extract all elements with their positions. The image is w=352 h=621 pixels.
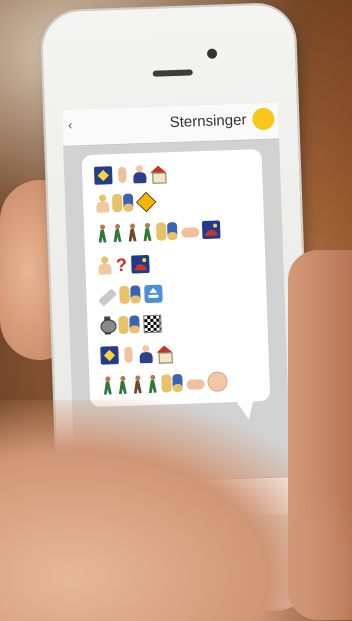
- family-icon: [156, 222, 179, 241]
- emoji-row-7: [100, 342, 174, 367]
- family-icon: [118, 315, 141, 334]
- pointing-up-finger-icon: [117, 166, 127, 183]
- question-mark-icon: ?: [115, 254, 128, 276]
- photo-scene: ‹ Sternsinger ?: [0, 0, 352, 621]
- family-icon: [119, 285, 142, 304]
- walker-icon: [131, 375, 144, 393]
- emoji-row-6: [99, 313, 162, 337]
- three-kings-icon: [138, 345, 153, 363]
- blond-person-icon: [95, 194, 110, 212]
- chevron-left-icon[interactable]: ‹: [67, 119, 73, 134]
- emoji-row-3: [96, 218, 221, 244]
- emoji-row-2: [95, 191, 157, 215]
- emoji-row-8: [101, 370, 228, 396]
- emoji-row-5: [98, 283, 163, 307]
- walker-icon: [126, 223, 139, 241]
- blond-person-icon: [97, 256, 112, 274]
- emoji-row-4: ?: [97, 253, 150, 277]
- school-crossing-icon: [136, 191, 157, 213]
- elevator-icon: [144, 284, 163, 304]
- pointing-hand-icon: [186, 379, 205, 390]
- three-kings-icon: [132, 165, 147, 183]
- emoji-row-1: [93, 162, 168, 187]
- star-sky-icon: [100, 346, 119, 365]
- flashlight-icon: [98, 288, 117, 307]
- walker-icon: [141, 223, 154, 241]
- sunset-icon: [201, 220, 221, 240]
- family-icon: [161, 374, 184, 393]
- palm: [0, 400, 352, 621]
- app-header: ‹ Sternsinger: [61, 102, 280, 147]
- side-watermark-text: [340, 40, 350, 615]
- star-sky-icon: [93, 166, 113, 185]
- walker-icon: [96, 224, 109, 242]
- checkered-flag-icon: [143, 314, 162, 334]
- walker-icon: [116, 376, 129, 394]
- emoji-message-bubble: ?: [81, 148, 271, 408]
- walker-icon: [146, 375, 159, 393]
- family-icon: [112, 193, 135, 212]
- watch-icon: [99, 316, 116, 335]
- app-title: Sternsinger: [169, 111, 247, 132]
- house-icon: [149, 165, 168, 182]
- pointing-hand-icon: [181, 227, 200, 238]
- sternsinger-logo-icon: [252, 107, 275, 131]
- walker-icon: [111, 224, 124, 242]
- speaker-grille: [152, 69, 193, 77]
- pointing-up-finger-icon: [124, 346, 133, 363]
- baby-icon: [207, 371, 228, 393]
- house-icon: [155, 345, 174, 362]
- sunset-icon: [131, 254, 150, 274]
- walker-icon: [101, 376, 114, 394]
- front-camera-icon: [206, 48, 218, 59]
